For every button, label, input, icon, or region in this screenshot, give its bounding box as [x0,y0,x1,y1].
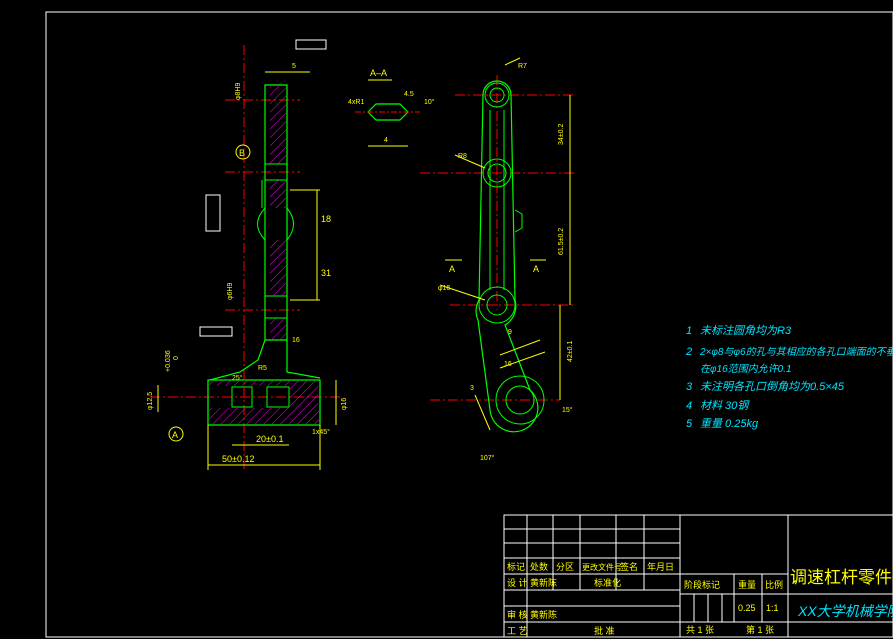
rev-header-mark: 标记 [507,561,525,572]
note-4-text: 材料 30钢 [700,399,750,412]
dim-overall-width: 50±0.12 [222,454,254,464]
rev-header-doc: 更改文件号 [582,562,622,572]
tol-lower: 0 [173,356,180,360]
stage-label: 阶段标记 [684,579,720,590]
note-2-num: 2 [685,346,692,358]
dim-hole-8: φ8H9 [235,83,242,100]
note-5-num: 5 [686,418,693,430]
note-3-text: 未注明各孔口倒角均为0.5×45 [700,380,845,393]
scale-value: 1:1 [766,603,779,613]
dim-span-lower: 61.5±0.2 [558,228,565,255]
dim-arm-offset: 42±0.1 [567,341,574,362]
rev-header-sign: 签名 [620,561,638,572]
dim-r7: R7 [518,63,527,70]
dim-angle-107: 107° [480,454,495,462]
note-2b-text: 在φ16范围内允许0.1 [700,363,792,375]
scale-label: 比例 [765,579,783,590]
cut-mark-right: A [533,264,539,274]
dim-radius: R5 [258,365,267,372]
dim-angle-25: 25° [232,374,243,382]
side-view: A A R7 R8 φ16 34±0.2 61.5±0.2 42±0.1 9 1… [420,57,575,462]
note-4-num: 4 [686,400,692,412]
note-2-text: 2×φ8与φ6的孔与其相应的各孔口端面的不垂直度 [699,346,893,358]
note-1-text: 未标注圆角均为R3 [700,324,792,337]
tol-upper: +0.036 [165,350,172,372]
datum-a-label: A [172,430,178,440]
note-3-num: 3 [686,381,693,393]
sheet-number: 第 1 张 [746,624,774,635]
note-5-text: 重量 0.25kg [700,417,759,430]
weight-value: 0.25 [738,603,756,613]
notes-block: 1 未标注圆角均为R3 2 2×φ8与φ6的孔与其相应的各孔口端面的不垂直度 在… [685,324,893,430]
dim-boss-dia: φ16 [341,398,348,410]
school-name: XX大学机械学院 [797,603,893,619]
dim-bore-pitch: 20±0.1 [256,434,283,444]
rev-header-zone: 分区 [556,562,574,572]
dim-ref-3: 3 [470,385,474,392]
dim-chamfer-45: 1x45° [312,428,330,436]
section-depth: 4.5 [404,91,414,98]
part-name: 调速杠杆零件图 [790,568,893,587]
dim-length-18: 18 [321,214,331,224]
dim-hole-6: φ6H9 [227,283,234,300]
front-view: B A 50±0.12 20±0.1 18 31 5 R5 25° 16 1x4… [147,39,348,470]
row-process-role: 工 艺 [507,626,528,636]
dim-span-upper: 34±0.2 [558,124,565,145]
row-process-extra: 批 准 [594,625,615,636]
dim-angle-15: 15° [562,406,573,414]
note-1-num: 1 [686,325,692,337]
upper-boss-hatch [270,86,286,164]
rev-header-count: 处数 [530,561,548,572]
section-width: 4 [384,137,388,144]
datum-b-label: B [239,148,245,158]
row-design-name: 黄新陈 [530,577,557,588]
rev-header-date: 年月日 [647,561,674,572]
section-a-a: A–A 4xR1 10° 4.5 4 [348,68,435,147]
dim-top-gap: 5 [292,63,296,70]
dim-d16: φ16 [438,285,450,292]
row-review-role: 审 核 [507,609,528,620]
row-design-extra: 标准化 [594,577,621,588]
cut-mark-left: A [449,264,455,274]
dim-span-9: 9 [508,329,512,336]
section-chamfer: 4xR1 [348,99,364,106]
cad-drawing: B A 50±0.12 20±0.1 18 31 5 R5 25° 16 1x4… [45,11,893,638]
dim-length-31: 31 [321,268,331,278]
dim-offset-16: 16 [292,337,300,344]
dim-r8: R8 [458,153,467,160]
weight-label: 重量 [738,579,756,590]
section-angle: 10° [424,98,435,106]
section-title: A–A [370,68,387,78]
sheets-total: 共 1 张 [686,625,714,635]
title-block: 标记 处数 分区 更改文件号 签名 年月日 设 计 黄新陈 标准化 审 核 黄新… [503,514,893,638]
dim-span-16: 16 [504,361,512,368]
row-review-name: 黄新陈 [530,609,557,620]
row-design-role: 设 计 [507,577,528,588]
dim-bore-dia: φ12.5 [147,392,154,410]
